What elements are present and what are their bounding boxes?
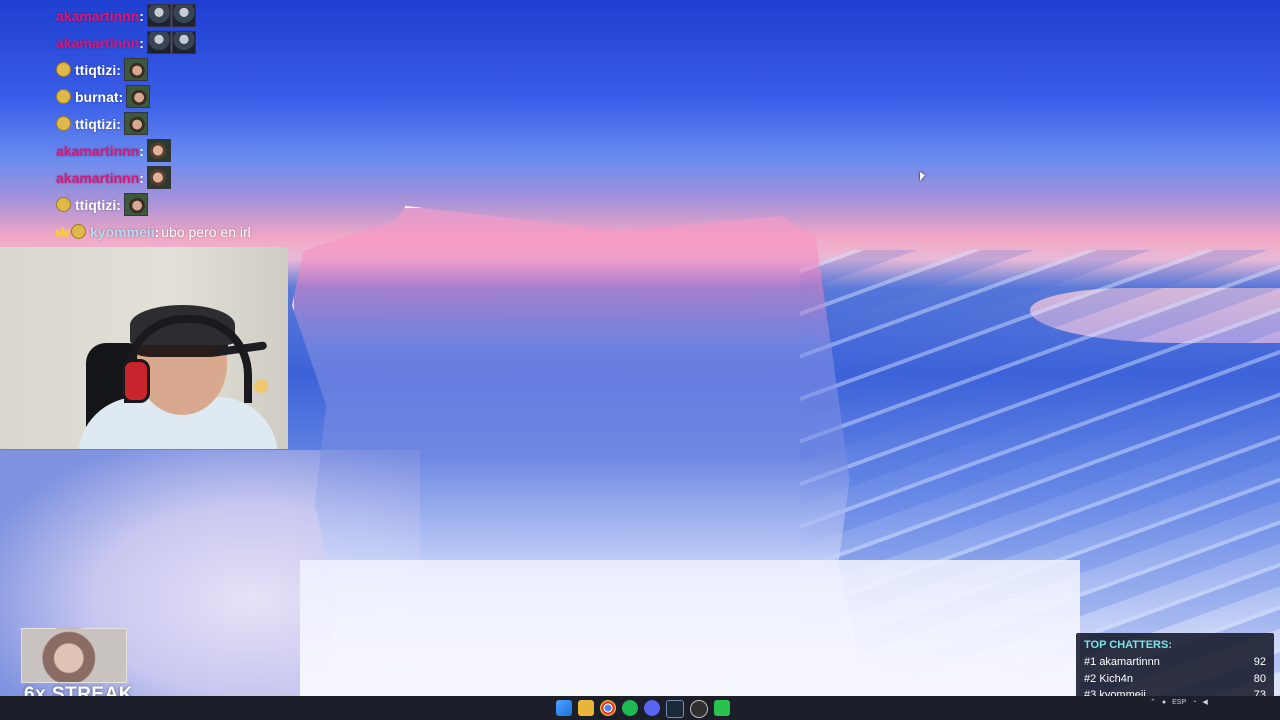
coin-badge-icon	[56, 89, 71, 104]
webcam-overlay	[0, 247, 288, 449]
file-explorer-icon[interactable]	[578, 700, 594, 716]
coin-badge-icon	[56, 197, 71, 212]
steam-icon[interactable]	[666, 700, 684, 718]
chat-message: ttiqtizi:	[56, 56, 356, 83]
chat-emote	[123, 193, 148, 216]
discord-icon[interactable]	[644, 700, 660, 716]
chat-emote	[146, 31, 171, 54]
chat-colon: :	[139, 34, 144, 51]
snow-foreground-front	[300, 560, 1080, 700]
streak-emote-image	[21, 628, 127, 683]
coin-badge-icon	[56, 116, 71, 131]
chat-username[interactable]: ttiqtizi	[75, 197, 116, 213]
chat-emote	[171, 31, 196, 54]
chat-overlay: akamartinnn: akamartinnn: ttiqtizi: burnat:…	[56, 2, 356, 245]
chat-username[interactable]: akamartinnn	[56, 143, 139, 159]
chat-emote	[146, 4, 171, 27]
chat-message: akamartinnn:	[56, 164, 356, 191]
headset-earcup	[122, 359, 150, 403]
top-chatters-title: TOP CHATTERS:	[1084, 639, 1173, 651]
chat-colon: :	[116, 115, 121, 132]
chat-emote	[123, 58, 148, 81]
chat-emote	[123, 112, 148, 135]
wifi-icon[interactable]: ◔	[1192, 699, 1196, 706]
system-tray: ⌃ ● ESP ◔ ◀	[1150, 698, 1208, 707]
chat-username[interactable]: ttiqtizi	[75, 62, 116, 78]
chat-emote	[146, 166, 171, 189]
chatter-name: Kich4n	[1099, 672, 1133, 685]
rank: #2	[1084, 672, 1097, 685]
chat-colon: :	[139, 169, 144, 186]
chat-colon: :	[116, 61, 121, 78]
chat-colon: :	[116, 196, 121, 213]
chat-username[interactable]: akamartinnn	[56, 8, 139, 24]
chat-colon: :	[118, 88, 124, 105]
chat-colon: :	[139, 7, 144, 24]
chat-username[interactable]: burnat	[75, 89, 119, 105]
chat-username[interactable]: akamartinnn	[56, 170, 139, 186]
chat-message: burnat:	[56, 83, 356, 110]
taskbar-pinned-apps	[556, 700, 730, 718]
chatter-count: 80	[1253, 672, 1266, 685]
volume-icon[interactable]: ◀	[1202, 698, 1207, 706]
chat-message: kyommeii: ubo pero en irl	[56, 218, 356, 245]
green-app-icon[interactable]	[714, 700, 730, 716]
desktop: akamartinnn: akamartinnn: ttiqtizi: burnat:…	[0, 0, 1280, 720]
crown-badge-icon	[56, 226, 69, 237]
chat-username[interactable]: ttiqtizi	[75, 116, 116, 132]
chat-message: ttiqtizi:	[56, 191, 356, 218]
chat-message: ttiqtizi:	[56, 110, 356, 137]
chat-colon: :	[154, 223, 160, 240]
chatter-count: 92	[1253, 656, 1266, 668]
coin-badge-icon	[71, 224, 86, 239]
lamp	[254, 379, 268, 393]
spotify-icon[interactable]	[622, 700, 638, 716]
chatter-name: akamartinnn	[1099, 656, 1160, 668]
chat-message: akamartinnn:	[56, 137, 356, 164]
chrome-icon[interactable]	[600, 700, 616, 716]
chat-emote	[146, 139, 171, 162]
chevron-up-icon[interactable]: ⌃	[1150, 698, 1156, 706]
chat-emote	[126, 85, 151, 108]
chat-username[interactable]: akamartinnn	[56, 35, 139, 51]
chat-message: akamartinnn:	[56, 29, 356, 56]
top-chatter-row: #2 Kich4n 80	[1084, 671, 1266, 688]
chat-colon: :	[139, 142, 144, 159]
rank: #1	[1084, 656, 1097, 668]
chat-message: akamartinnn:	[56, 2, 356, 29]
mouse-cursor-icon	[920, 172, 925, 181]
chat-emote	[171, 4, 196, 27]
microphone-icon[interactable]: ●	[1162, 699, 1166, 706]
taskbar: ⌃ ● ESP ◔ ◀	[0, 696, 1280, 720]
chat-message-text: ubo pero en irl	[161, 223, 251, 240]
chat-username[interactable]: kyommeii	[90, 224, 155, 240]
tray-language[interactable]: ESP	[1172, 699, 1186, 706]
top-chatter-row: #1 akamartinnn 92	[1084, 654, 1266, 671]
start-icon[interactable]	[556, 700, 572, 716]
coin-badge-icon	[56, 62, 71, 77]
obs-icon[interactable]	[690, 700, 708, 718]
